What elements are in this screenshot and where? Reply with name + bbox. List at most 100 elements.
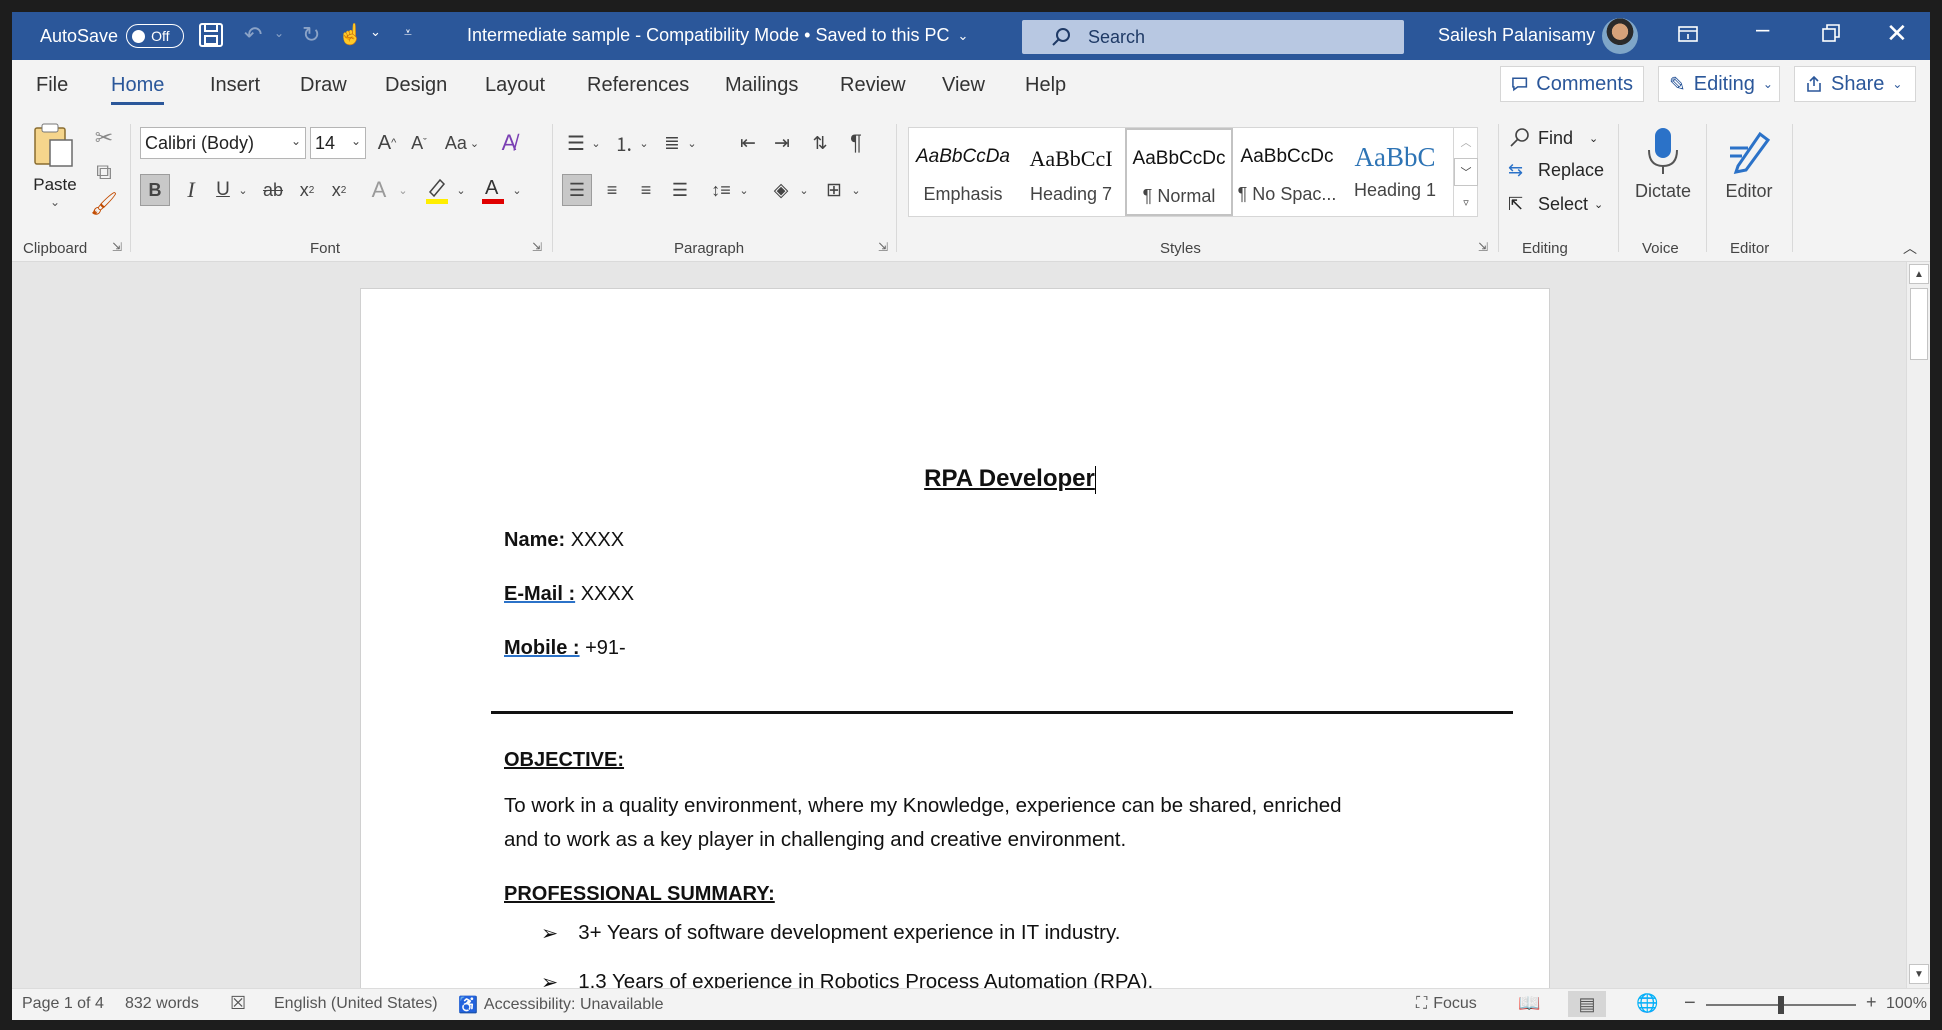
- search-box[interactable]: Search: [1022, 20, 1404, 54]
- document-title[interactable]: Intermediate sample - Compatibility Mode…: [467, 25, 968, 46]
- find-button[interactable]: Find ⌄: [1508, 126, 1598, 150]
- italic-button[interactable]: I: [178, 174, 204, 206]
- borders-icon[interactable]: ⊞: [820, 174, 848, 206]
- tab-help[interactable]: Help: [1025, 74, 1066, 97]
- cut-icon[interactable]: ✂: [90, 124, 118, 152]
- read-mode-icon[interactable]: 📖: [1518, 993, 1540, 1014]
- avatar[interactable]: [1602, 18, 1638, 54]
- tab-layout[interactable]: Layout: [485, 74, 545, 97]
- tab-file[interactable]: File: [36, 74, 68, 97]
- select-button[interactable]: ⇱ Select ⌄: [1508, 194, 1603, 215]
- tab-design[interactable]: Design: [385, 74, 447, 97]
- style-heading-7[interactable]: AaBbCcI Heading 7: [1017, 128, 1125, 216]
- editor-button[interactable]: Editor: [1714, 126, 1784, 202]
- font-size-combo[interactable]: 14 ⌄: [310, 127, 366, 159]
- word-count[interactable]: 832 words: [125, 995, 199, 1013]
- collapse-ribbon-icon[interactable]: ︿: [1900, 238, 1920, 258]
- underline-button[interactable]: U: [210, 174, 236, 206]
- save-icon[interactable]: [198, 22, 224, 48]
- autosave[interactable]: AutoSave Off: [40, 24, 185, 48]
- chevron-down-icon[interactable]: ⌄: [798, 174, 810, 206]
- chevron-down-icon[interactable]: ⌄: [454, 174, 468, 206]
- redo-icon[interactable]: ↻: [302, 22, 320, 48]
- print-layout-icon[interactable]: ▤: [1568, 991, 1606, 1017]
- accessibility-status[interactable]: ♿ Accessibility: Unavailable: [458, 995, 664, 1015]
- shading-icon[interactable]: ◈: [766, 174, 796, 206]
- sort-icon[interactable]: ⇅: [806, 128, 834, 158]
- focus-button[interactable]: ⛶ Focus: [1416, 995, 1477, 1013]
- highlight-icon[interactable]: [422, 174, 452, 206]
- zoom-slider[interactable]: [1706, 996, 1856, 1014]
- align-left-icon[interactable]: ☰: [562, 174, 592, 206]
- bold-button[interactable]: B: [140, 174, 170, 206]
- show-marks-icon[interactable]: ¶: [842, 128, 870, 158]
- bullets-icon[interactable]: ☰: [562, 128, 590, 158]
- chevron-down-icon[interactable]: ⌄: [510, 174, 524, 206]
- touch-chevron-icon[interactable]: ⌄: [370, 24, 381, 40]
- share-button[interactable]: Share ⌄: [1794, 66, 1916, 102]
- undo-icon[interactable]: ↶: [244, 22, 262, 48]
- web-layout-icon[interactable]: 🌐: [1636, 993, 1658, 1014]
- line-spacing-icon[interactable]: ↕≡: [706, 174, 736, 206]
- zoom-in-icon[interactable]: +: [1866, 992, 1877, 1013]
- touch-mode-icon[interactable]: ☝: [338, 22, 363, 47]
- ribbon-display-options-icon[interactable]: [1676, 22, 1700, 46]
- numbering-icon[interactable]: ⒈: [610, 128, 638, 158]
- superscript-button[interactable]: x2: [326, 174, 352, 206]
- align-right-icon[interactable]: ≡: [632, 174, 660, 206]
- document-page[interactable]: RPA Developer Name: XXXX E-Mail : XXXX M…: [360, 288, 1550, 988]
- chevron-down-icon[interactable]: ⌄: [850, 174, 862, 206]
- scroll-up-icon[interactable]: ▲: [1909, 264, 1929, 284]
- subscript-button[interactable]: x2: [294, 174, 320, 206]
- chevron-down-icon[interactable]: ⌄: [738, 174, 750, 206]
- undo-chevron-icon[interactable]: ⌄: [274, 26, 284, 40]
- vertical-scrollbar[interactable]: ▲ ▼: [1906, 262, 1930, 988]
- shrink-font-icon[interactable]: Aˇ: [406, 128, 432, 158]
- font-name-combo[interactable]: Calibri (Body) ⌄: [140, 127, 306, 159]
- close-icon[interactable]: ✕: [1886, 18, 1908, 49]
- format-painter-icon[interactable]: 🖌: [90, 190, 118, 218]
- strikethrough-button[interactable]: ab: [258, 174, 288, 206]
- zoom-level[interactable]: 100%: [1886, 995, 1927, 1013]
- multilevel-list-icon[interactable]: ≣: [658, 128, 686, 158]
- style-normal[interactable]: AaBbCcDc ¶ Normal: [1125, 128, 1233, 216]
- page-count[interactable]: Page 1 of 4: [22, 995, 104, 1013]
- style-emphasis[interactable]: AaBbCcDa Emphasis: [909, 128, 1017, 216]
- zoom-slider-thumb[interactable]: [1778, 996, 1784, 1014]
- tab-home[interactable]: Home: [111, 74, 165, 105]
- dialog-launcher-icon[interactable]: ⇲: [112, 240, 122, 254]
- grow-font-icon[interactable]: A ^: [374, 128, 400, 158]
- chevron-down-icon[interactable]: ⌄: [590, 128, 602, 158]
- chevron-down-icon[interactable]: ⌄: [396, 174, 410, 206]
- styles-more-icon[interactable]: ▿: [1454, 188, 1478, 216]
- text-effects-icon[interactable]: A: [364, 174, 394, 206]
- change-case-button[interactable]: Aa ⌄: [440, 128, 484, 158]
- tab-view[interactable]: View: [942, 74, 985, 97]
- proofing-icon[interactable]: ☒: [230, 993, 246, 1014]
- chevron-down-icon[interactable]: ⌄: [686, 128, 698, 158]
- align-center-icon[interactable]: ≡: [598, 174, 626, 206]
- scroll-thumb[interactable]: [1910, 288, 1928, 360]
- customize-qat-icon[interactable]: ⩡: [404, 24, 412, 41]
- autosave-toggle[interactable]: Off: [126, 24, 185, 48]
- comments-button[interactable]: Comments: [1500, 66, 1644, 102]
- paste-button[interactable]: Paste ⌄: [30, 122, 80, 209]
- increase-indent-icon[interactable]: ⇥: [768, 128, 796, 158]
- font-color-icon[interactable]: A: [478, 174, 508, 206]
- tab-review[interactable]: Review: [840, 74, 906, 97]
- editing-mode-button[interactable]: ✎ Editing ⌄: [1658, 66, 1780, 102]
- styles-scroll-up-icon[interactable]: ︿: [1454, 128, 1478, 156]
- user-name[interactable]: Sailesh Palanisamy: [1438, 25, 1595, 46]
- copy-icon[interactable]: ⧉: [90, 158, 118, 186]
- minimize-icon[interactable]: –: [1756, 16, 1769, 44]
- dialog-launcher-icon[interactable]: ⇲: [878, 240, 888, 254]
- style-no-spacing[interactable]: AaBbCcDc ¶ No Spac...: [1233, 128, 1341, 216]
- scroll-down-icon[interactable]: ▼: [1909, 964, 1929, 984]
- clear-formatting-icon[interactable]: A̸: [494, 128, 524, 158]
- tab-mailings[interactable]: Mailings: [725, 74, 798, 97]
- tab-references[interactable]: References: [587, 74, 689, 97]
- dialog-launcher-icon[interactable]: ⇲: [532, 240, 542, 254]
- chevron-down-icon[interactable]: ⌄: [638, 128, 650, 158]
- language[interactable]: English (United States): [274, 995, 438, 1013]
- tab-draw[interactable]: Draw: [300, 74, 347, 97]
